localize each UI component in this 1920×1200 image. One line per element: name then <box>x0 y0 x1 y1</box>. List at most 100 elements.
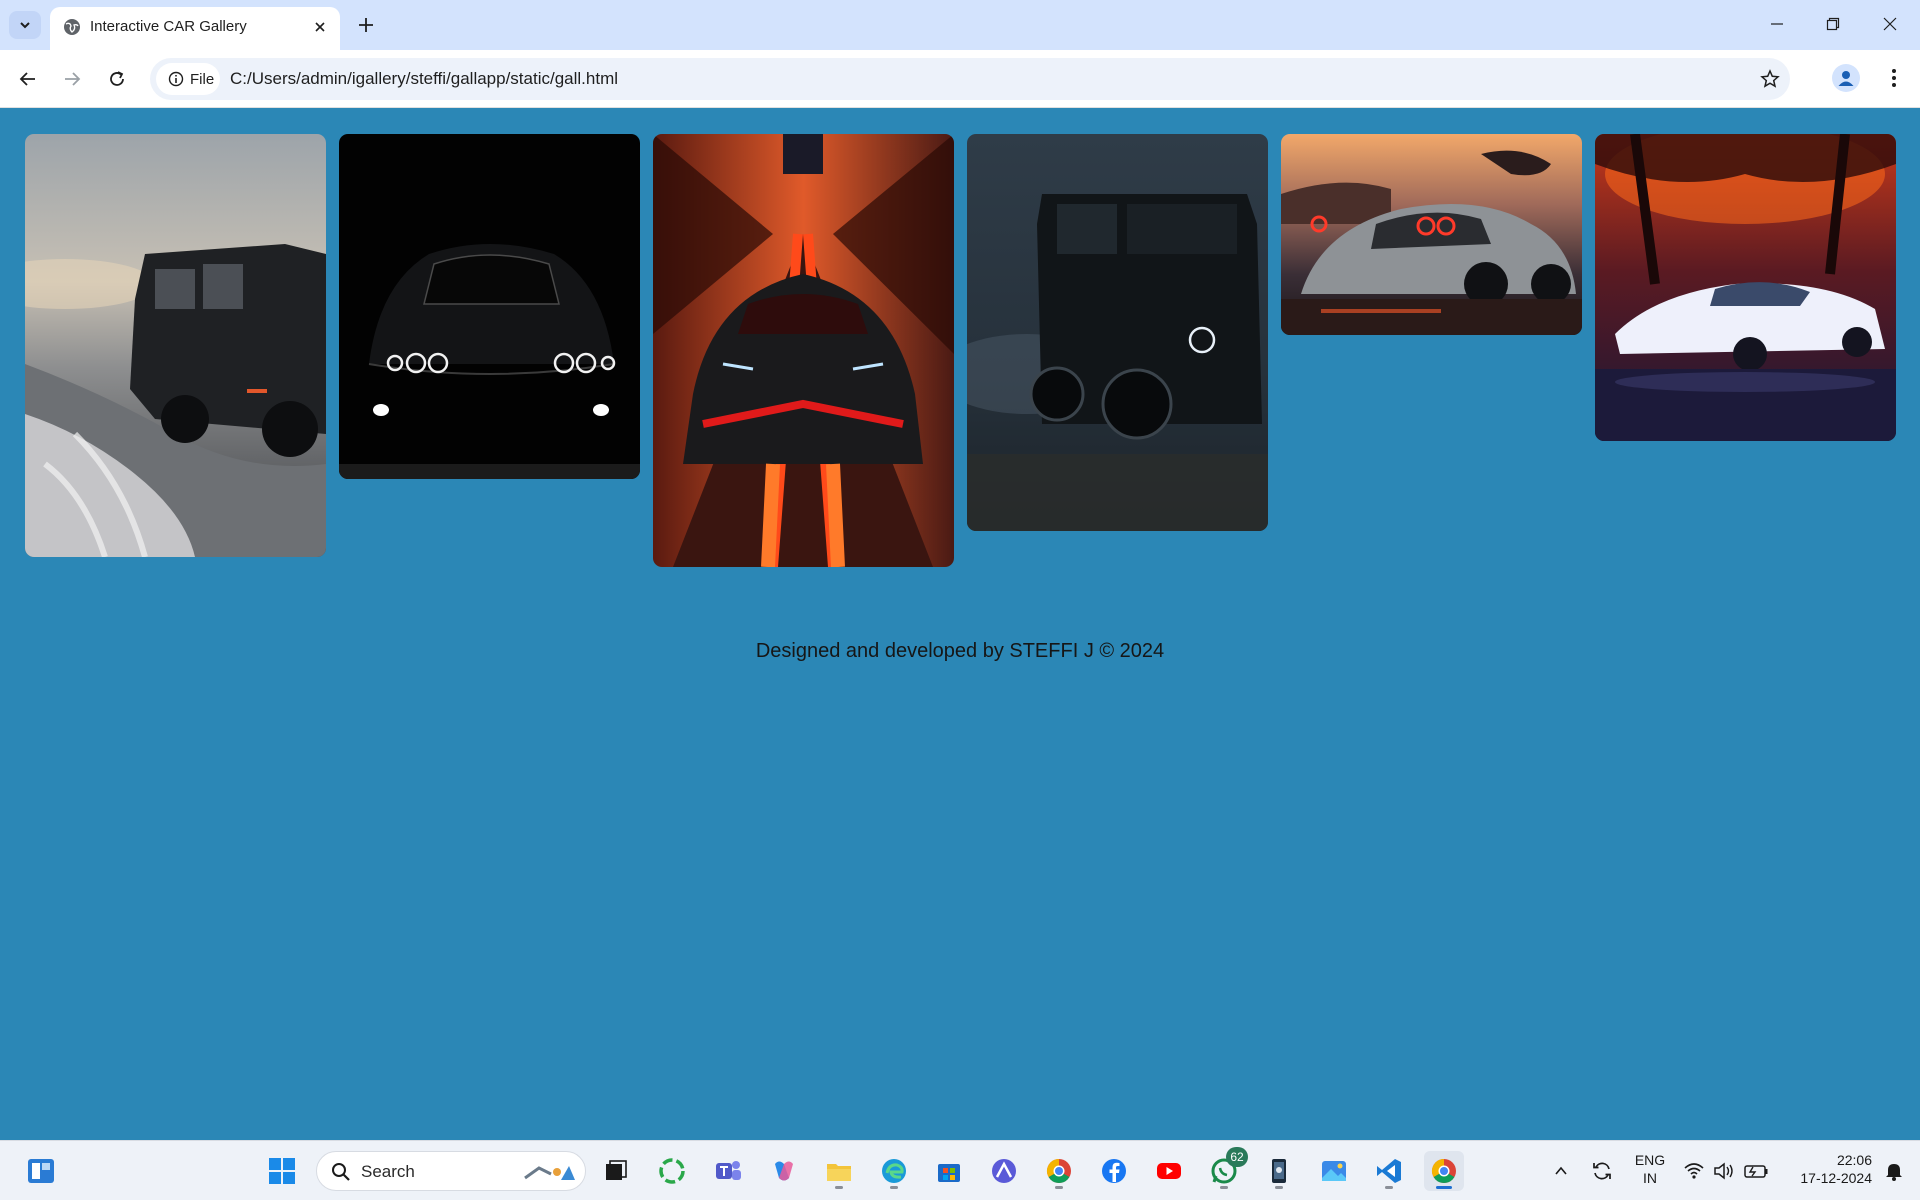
input-language-button[interactable]: ENG IN <box>1630 1151 1670 1187</box>
info-icon <box>168 71 184 87</box>
task-view-button[interactable] <box>596 1151 636 1191</box>
clock-date: 17-12-2024 <box>1800 1170 1872 1186</box>
task-view-icon <box>606 1160 627 1180</box>
clock-button[interactable]: 22:06 17-12-2024 <box>1782 1151 1872 1187</box>
windows-logo-icon <box>269 1158 295 1184</box>
teams-icon <box>716 1161 741 1180</box>
globe-icon <box>64 19 80 35</box>
bell-icon <box>1886 1164 1902 1181</box>
reload-icon <box>110 71 124 86</box>
new-tab-button[interactable] <box>352 11 380 39</box>
gallery-image-4[interactable] <box>967 134 1268 531</box>
taskbar-app-arc[interactable] <box>984 1151 1024 1191</box>
active-tab[interactable]: Interactive CAR Gallery <box>50 7 340 50</box>
network-volume-battery-button[interactable] <box>1678 1151 1778 1191</box>
bookmark-star-button[interactable] <box>1758 67 1782 91</box>
tab-close-button[interactable] <box>310 17 330 37</box>
taskbar-whatsapp[interactable]: 62 <box>1204 1147 1248 1191</box>
phone-link-icon <box>1272 1159 1286 1183</box>
sync-tray-button[interactable] <box>1582 1151 1622 1191</box>
running-indicator <box>1055 1186 1063 1189</box>
arrow-left-icon <box>19 72 35 86</box>
back-button[interactable] <box>12 63 44 95</box>
active-indicator <box>1436 1186 1452 1189</box>
profile-button[interactable] <box>1832 64 1860 92</box>
taskbar-photos[interactable] <box>1314 1151 1354 1191</box>
restore-icon <box>1826 17 1840 31</box>
taskbar-teams[interactable] <box>708 1151 748 1191</box>
taskbar-app-1[interactable] <box>652 1151 692 1191</box>
taskbar-copilot[interactable] <box>764 1151 804 1191</box>
taskbar-chrome-1[interactable] <box>1039 1151 1079 1191</box>
plus-icon <box>359 18 373 32</box>
close-icon <box>1883 17 1897 31</box>
chevron-down-icon <box>20 22 30 29</box>
search-icon <box>332 1163 350 1181</box>
browser-menu-button[interactable] <box>1880 64 1908 92</box>
running-indicator <box>1220 1186 1228 1189</box>
running-indicator <box>890 1186 898 1189</box>
search-highlight-icon <box>524 1166 575 1180</box>
browser-tab-strip: Interactive CAR Gallery <box>0 0 1920 50</box>
taskbar-vscode[interactable] <box>1369 1151 1409 1191</box>
facebook-icon <box>1102 1159 1126 1183</box>
person-icon <box>1838 71 1854 86</box>
forward-button[interactable] <box>56 63 88 95</box>
minimize-icon <box>1771 23 1783 25</box>
restore-button[interactable] <box>1810 8 1856 40</box>
clock-time: 22:06 <box>1836 1152 1872 1168</box>
gallery-image-6[interactable] <box>1595 134 1896 441</box>
taskbar-store[interactable] <box>929 1151 969 1191</box>
taskbar-edge[interactable] <box>874 1151 914 1191</box>
arrow-right-icon <box>65 72 81 86</box>
delta-app-icon <box>992 1159 1016 1183</box>
star-icon <box>1760 69 1780 88</box>
chevron-up-icon <box>1555 1166 1567 1175</box>
start-button[interactable] <box>262 1151 302 1191</box>
store-icon <box>938 1164 960 1182</box>
taskbar-chrome-active[interactable] <box>1424 1151 1464 1191</box>
url-text[interactable]: C:/Users/admin/igallery/steffi/gallapp/s… <box>230 69 618 89</box>
sync-icon <box>1593 1162 1611 1180</box>
taskbar-search[interactable]: Search <box>316 1151 586 1191</box>
gallery-image-5[interactable] <box>1281 134 1582 335</box>
gallery-image-3[interactable] <box>653 134 954 567</box>
kebab-menu-icon <box>1892 69 1896 87</box>
search-placeholder: Search <box>361 1162 415 1181</box>
site-info-chip[interactable]: File <box>156 63 220 95</box>
gallery-image-1[interactable] <box>25 134 326 557</box>
taskbar-file-explorer[interactable] <box>819 1151 859 1191</box>
refresh-circle-icon <box>659 1158 685 1184</box>
taskbar-youtube[interactable] <box>1149 1151 1189 1191</box>
copilot-icon <box>775 1161 793 1181</box>
widgets-button[interactable] <box>21 1151 61 1191</box>
folder-icon <box>827 1164 851 1181</box>
notifications-button[interactable] <box>1874 1151 1914 1191</box>
region-code: IN <box>1643 1170 1657 1186</box>
wifi-volume-battery-icons <box>1684 1162 1768 1180</box>
photos-icon <box>1322 1161 1346 1181</box>
widgets-icon <box>28 1159 54 1183</box>
chrome-icon <box>1046 1159 1071 1184</box>
show-hidden-icons-button[interactable] <box>1541 1151 1581 1191</box>
tab-title: Interactive CAR Gallery <box>90 18 247 35</box>
running-indicator <box>1275 1186 1283 1189</box>
site-info-label: File <box>190 70 215 88</box>
close-window-button[interactable] <box>1867 8 1913 40</box>
youtube-icon <box>1157 1163 1181 1179</box>
taskbar-app-phone[interactable] <box>1259 1151 1299 1191</box>
browser-toolbar: File C:/Users/admin/igallery/steffi/gall… <box>0 50 1920 108</box>
edge-icon <box>882 1159 906 1183</box>
running-indicator <box>835 1186 843 1189</box>
reload-button[interactable] <box>101 63 133 95</box>
close-icon <box>315 22 325 32</box>
address-bar[interactable]: File C:/Users/admin/igallery/steffi/gall… <box>150 58 1790 100</box>
taskbar-facebook[interactable] <box>1094 1151 1134 1191</box>
gallery-image-2[interactable] <box>339 134 640 479</box>
minimize-button[interactable] <box>1754 8 1800 40</box>
running-indicator <box>1385 1186 1393 1189</box>
language-code: ENG <box>1634 1152 1666 1168</box>
notification-badge: 62 <box>1226 1147 1248 1167</box>
tab-search-button[interactable] <box>9 11 41 39</box>
footer-credit: Designed and developed by STEFFI J © 202… <box>755 640 1165 662</box>
